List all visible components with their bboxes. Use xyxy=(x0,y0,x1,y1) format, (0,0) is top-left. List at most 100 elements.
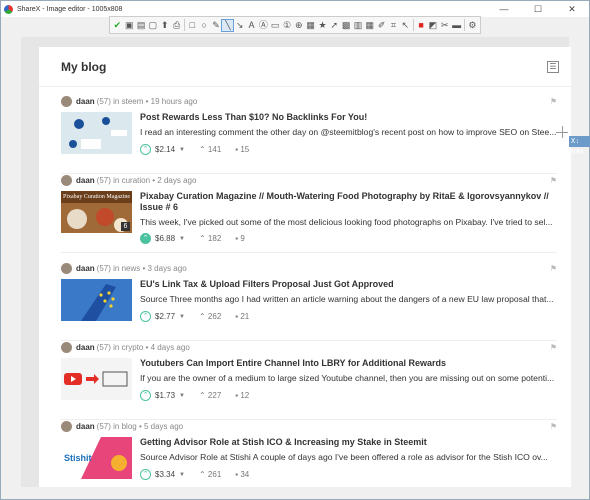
author-name[interactable]: daan xyxy=(76,343,95,352)
comment-icon[interactable]: ▪ 34 xyxy=(235,470,249,479)
confirm-icon[interactable]: ✔ xyxy=(112,20,123,31)
arrow-tool-icon[interactable]: ↘ xyxy=(234,20,245,31)
copy-icon[interactable]: ▢ xyxy=(147,20,158,31)
post-thumbnail[interactable] xyxy=(61,279,132,321)
chevron-down-icon[interactable]: ▼ xyxy=(179,147,185,153)
blur-tool-icon[interactable]: ▥ xyxy=(353,20,364,31)
text-box-tool-icon[interactable]: Ⓐ xyxy=(258,20,269,31)
author-name[interactable]: daan xyxy=(76,422,95,431)
post-title[interactable]: Pixabay Curation Magazine // Mouth-Water… xyxy=(140,191,557,213)
crop-tool-icon[interactable]: ⌗ xyxy=(388,20,399,31)
upvote-icon[interactable]: ⌃ xyxy=(140,144,151,155)
step-tool-icon[interactable]: ① xyxy=(282,20,293,31)
payout-value[interactable]: $2.14 xyxy=(155,145,175,154)
flag-icon[interactable]: ⚑ xyxy=(550,343,557,352)
view-toggle-icon[interactable]: ☰ xyxy=(547,60,559,73)
pixelate-tool-icon[interactable]: ▦ xyxy=(364,20,375,31)
post-thumbnail[interactable] xyxy=(61,358,132,400)
voters-icon[interactable]: ⌃ 227 xyxy=(199,391,221,400)
speech-balloon-tool-icon[interactable]: ▭ xyxy=(270,20,281,31)
comment-icon[interactable]: ▪ 15 xyxy=(235,145,249,154)
chevron-down-icon[interactable]: ▼ xyxy=(179,472,185,478)
freehand-tool-icon[interactable]: ✎ xyxy=(211,20,222,31)
post-title[interactable]: Youtubers Can Import Entire Channel Into… xyxy=(140,358,557,368)
flag-icon[interactable]: ⚑ xyxy=(550,97,557,106)
post-stats: ⌃ $2.77 ▼ ⌃ 262 ▪ 21 xyxy=(140,311,557,322)
avatar[interactable] xyxy=(61,174,72,186)
author-name[interactable]: daan xyxy=(76,176,95,185)
avatar[interactable] xyxy=(61,95,72,107)
comment-icon[interactable]: ▪ 21 xyxy=(235,312,249,321)
highlight-tool-icon[interactable]: ✐ xyxy=(376,20,387,31)
post-category-time[interactable]: in steem • 19 hours ago xyxy=(113,97,197,106)
voters-icon[interactable]: ⌃ 262 xyxy=(199,312,221,321)
post-category-time[interactable]: in news • 3 days ago xyxy=(113,264,187,273)
cursor-tool-icon[interactable]: ➚ xyxy=(329,20,340,31)
save-icon[interactable]: ▣ xyxy=(124,20,135,31)
chevron-down-icon[interactable]: ▼ xyxy=(179,393,185,399)
minimize-button[interactable]: — xyxy=(487,1,521,17)
upvote-icon[interactable]: ⌃ xyxy=(140,390,151,401)
voters-icon[interactable]: ⌃ 182 xyxy=(199,234,221,243)
voters-icon[interactable]: ⌃ 261 xyxy=(199,470,221,479)
post-excerpt[interactable]: Source Three months ago I had written an… xyxy=(140,294,557,304)
fill-color-icon[interactable]: ◩ xyxy=(428,20,439,31)
post-category-time[interactable]: in curation • 2 days ago xyxy=(113,176,196,185)
post-meta: daan (57) in curation • 2 days ago ⚑ xyxy=(61,173,557,187)
post-title[interactable]: Post Rewards Less Than $10? No Backlinks… xyxy=(140,112,557,122)
post-item: daan (57) in blog • 5 days ago ⚑ Stishit… xyxy=(39,419,571,487)
chevron-down-icon[interactable]: ▼ xyxy=(179,314,185,320)
payout-value[interactable]: $3.34 xyxy=(155,470,175,479)
post-title[interactable]: EU's Link Tax & Upload Filters Proposal … xyxy=(140,279,557,289)
avatar[interactable] xyxy=(61,262,72,274)
image-dropdown-icon[interactable]: ▬ xyxy=(451,20,462,31)
divider xyxy=(61,252,557,253)
post-excerpt[interactable]: Source Advisor Role at Stishi A couple o… xyxy=(140,452,557,462)
post-excerpt[interactable]: I read an interesting comment the other … xyxy=(140,127,557,137)
save-as-icon[interactable]: ▤ xyxy=(136,20,147,31)
border-color-icon[interactable]: ■ xyxy=(416,20,427,31)
print-icon[interactable]: ⎙ xyxy=(171,20,182,31)
comment-icon[interactable]: ▪ 12 xyxy=(235,391,249,400)
post-thumbnail[interactable] xyxy=(61,112,132,154)
upvote-icon[interactable]: ⌃ xyxy=(140,233,151,244)
upload-icon[interactable]: ⬆ xyxy=(159,20,170,31)
flag-icon[interactable]: ⚑ xyxy=(550,422,557,431)
line-tool-icon[interactable]: ╲ xyxy=(221,18,235,32)
vote-count: 182 xyxy=(207,234,222,243)
author-name[interactable]: daan xyxy=(76,264,95,273)
flag-icon[interactable]: ⚑ xyxy=(550,176,557,185)
avatar[interactable] xyxy=(61,420,72,432)
image-tool-icon[interactable]: ▦ xyxy=(305,20,316,31)
post-thumbnail[interactable]: Pixabay Curation Magazine 6 xyxy=(61,191,132,233)
comment-icon[interactable]: ▪ 9 xyxy=(235,234,245,243)
close-button[interactable]: ✕ xyxy=(555,1,589,17)
magnify-tool-icon[interactable]: ⊕ xyxy=(293,20,304,31)
post-category-time[interactable]: in blog • 5 days ago xyxy=(113,422,183,431)
post-excerpt[interactable]: If you are the owner of a medium to larg… xyxy=(140,373,557,383)
sticker-tool-icon[interactable]: ★ xyxy=(317,20,328,31)
payout-value[interactable]: $2.77 xyxy=(155,312,175,321)
post-excerpt[interactable]: This week, I've picked out some of the m… xyxy=(140,217,557,227)
flag-icon[interactable]: ⚑ xyxy=(550,264,557,273)
chevron-down-icon[interactable]: ▼ xyxy=(179,236,185,242)
post-item: daan (57) in crypto • 4 days ago ⚑ Youtu… xyxy=(39,340,571,420)
voters-icon[interactable]: ⌃ 141 xyxy=(199,145,221,154)
text-tool-icon[interactable]: A xyxy=(246,20,257,31)
options-gear-icon[interactable]: ⚙ xyxy=(467,20,478,31)
smart-eraser-icon[interactable]: ▩ xyxy=(341,20,352,31)
author-name[interactable]: daan xyxy=(76,97,95,106)
post-category-time[interactable]: in crypto • 4 days ago xyxy=(113,343,190,352)
edit-dropdown-icon[interactable]: ✂ xyxy=(439,20,450,31)
payout-value[interactable]: $1.73 xyxy=(155,391,175,400)
ellipse-tool-icon[interactable]: ○ xyxy=(199,20,210,31)
post-thumbnail[interactable]: Stishit xyxy=(61,437,132,479)
select-tool-icon[interactable]: ↖ xyxy=(400,20,411,31)
post-title[interactable]: Getting Advisor Role at Stish ICO & Incr… xyxy=(140,437,557,447)
maximize-button[interactable]: ☐ xyxy=(521,1,555,17)
upvote-icon[interactable]: ⌃ xyxy=(140,469,151,480)
payout-value[interactable]: $6.88 xyxy=(155,234,175,243)
upvote-icon[interactable]: ⌃ xyxy=(140,311,151,322)
avatar[interactable] xyxy=(61,341,72,353)
rectangle-tool-icon[interactable]: □ xyxy=(187,20,198,31)
